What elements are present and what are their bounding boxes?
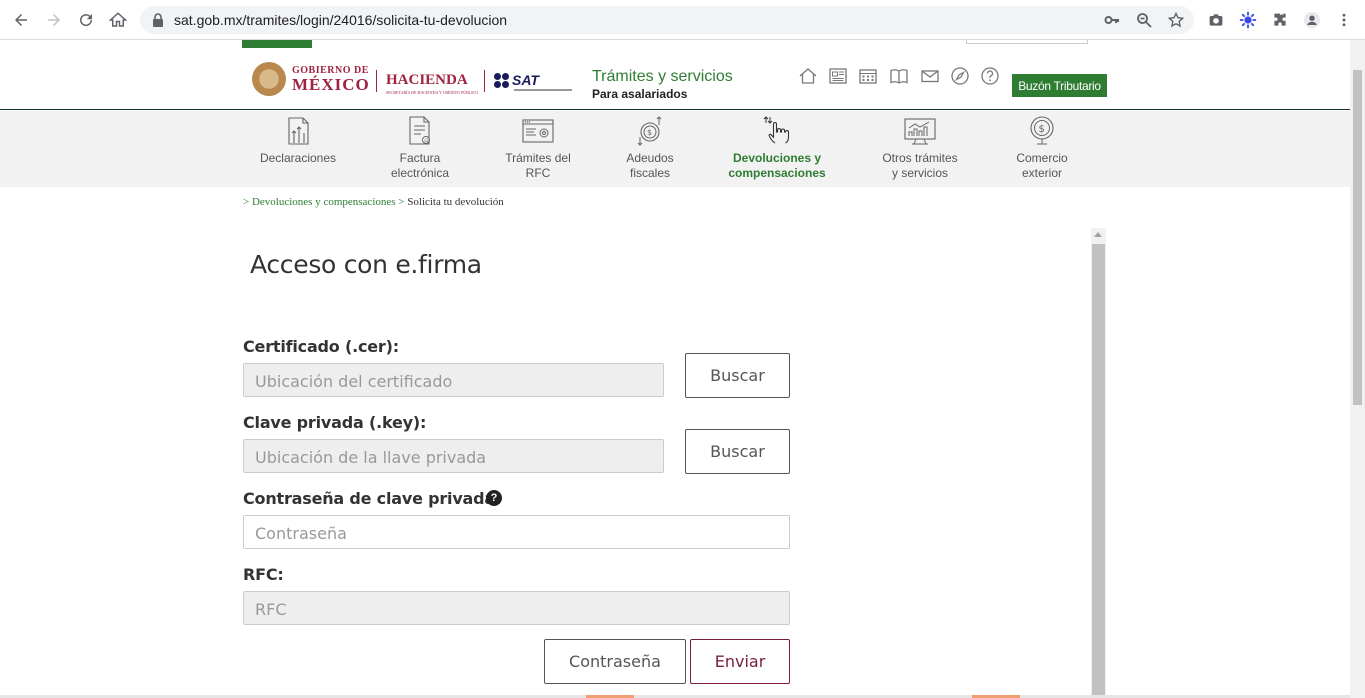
nav-label: Devoluciones y: [732, 151, 822, 165]
nav-label: Factura: [399, 151, 441, 165]
profile-icon[interactable]: [1302, 10, 1322, 30]
breadcrumb-link-devoluciones[interactable]: Devoluciones y compensaciones: [252, 196, 396, 208]
back-icon[interactable]: [9, 8, 33, 32]
page-scrollbar[interactable]: [1350, 40, 1365, 698]
cert-label: Certificado (.cer):: [243, 337, 399, 356]
sat-logo[interactable]: SAT: [494, 72, 539, 88]
adeudos-icon: $: [637, 116, 662, 146]
key-browse-button[interactable]: Buscar: [685, 429, 790, 474]
rfc-label: RFC:: [243, 565, 284, 584]
buzon-tributario-button[interactable]: Buzón Tributario: [1012, 74, 1107, 97]
declaraciones-icon: [288, 117, 309, 145]
mail-icon[interactable]: [920, 66, 940, 86]
otros-icon: [904, 118, 936, 145]
nav-label: electrónica: [390, 166, 450, 180]
password-input[interactable]: Contraseña: [243, 515, 790, 549]
section-title[interactable]: Trámites y servicios: [592, 68, 733, 86]
svg-text:$: $: [1039, 124, 1045, 135]
top-bar-fragment: [242, 40, 312, 48]
camera-icon[interactable]: [1206, 10, 1226, 30]
iframe-scrollbar[interactable]: [1091, 228, 1106, 698]
site-header: GOBIERNO DE MÉXICO HACIENDA SECRETARÍA D…: [0, 50, 1350, 110]
iframe-scroll-thumb[interactable]: [1092, 244, 1105, 698]
nav-label: compensaciones: [728, 166, 826, 180]
comercio-icon: $: [1030, 116, 1054, 145]
nav-item-factura[interactable]: @ Factura electrónica: [378, 111, 462, 187]
cert-input[interactable]: Ubicación del certificado: [243, 363, 664, 397]
nav-label: Comercio: [1016, 151, 1068, 165]
sat-dots-icon: [494, 72, 509, 88]
extension-flower-icon[interactable]: [1238, 10, 1258, 30]
reload-icon[interactable]: [74, 8, 98, 32]
browser-toolbar: sat.gob.mx/tramites/login/24016/solicita…: [0, 0, 1365, 40]
breadcrumb-separator: >: [243, 196, 250, 208]
enviar-button[interactable]: Enviar: [690, 639, 790, 684]
home-browser-icon[interactable]: [106, 8, 130, 32]
nav-label: RFC: [525, 166, 551, 180]
logo-divider: [376, 70, 377, 92]
factura-icon: @: [409, 116, 430, 145]
cert-browse-button[interactable]: Buscar: [685, 353, 790, 398]
calendar-icon[interactable]: [858, 66, 878, 86]
home-icon[interactable]: [798, 66, 818, 86]
login-iframe: Acceso con e.firma Certificado (.cer): U…: [243, 228, 1107, 698]
nav-item-comercio[interactable]: $ Comercio exterior: [1000, 111, 1084, 187]
logo-divider: [484, 70, 485, 92]
main-nav: Declaraciones @ Factura electrónica Trám…: [0, 111, 1350, 187]
rfc-input[interactable]: RFC: [243, 591, 790, 625]
gob-line1: GOBIERNO DE: [292, 64, 369, 76]
hacienda-logo[interactable]: HACIENDA SECRETARÍA DE HACIENDA Y CRÉDIT…: [386, 72, 478, 95]
nav-label: Declaraciones: [259, 151, 337, 165]
nav-label: Adeudos: [626, 151, 674, 165]
gobierno-mexico-logo[interactable]: GOBIERNO DE MÉXICO: [252, 62, 370, 96]
password-label: Contraseña de clave privada:: [243, 489, 502, 508]
nav-label: Otros trámites: [882, 151, 958, 165]
nav-item-devoluciones[interactable]: Devoluciones y compensaciones: [722, 111, 832, 187]
lock-icon: [153, 13, 163, 27]
book-icon[interactable]: [889, 66, 909, 86]
nav-label: exterior: [1021, 166, 1062, 180]
rfc-icon: [522, 119, 554, 143]
page-viewport: GOBIERNO DE MÉXICO HACIENDA SECRETARÍA D…: [0, 40, 1350, 698]
url-text: sat.gob.mx/tramites/login/24016/solicita…: [174, 12, 508, 28]
gob-line2: MÉXICO: [292, 74, 370, 94]
page-scroll-thumb[interactable]: [1353, 70, 1362, 405]
key-input[interactable]: Ubicación de la llave privada: [243, 439, 664, 473]
eagle-seal-icon: [252, 62, 286, 96]
page-title: Acceso con e.firma: [250, 250, 482, 279]
breadcrumb: > Devoluciones y compensaciones > Solici…: [243, 196, 504, 208]
bookmark-star-icon[interactable]: [1168, 12, 1184, 28]
nav-label: y servicios: [891, 166, 948, 180]
nav-item-adeudos[interactable]: $ Adeudos fiscales: [608, 111, 692, 187]
nav-label: Trámites del: [505, 151, 571, 165]
section-subtitle: Para asalariados: [592, 87, 688, 101]
hacienda-text: HACIENDA: [386, 72, 468, 88]
devoluciones-icon: [763, 116, 790, 144]
nav-label: fiscales: [629, 166, 670, 180]
sat-underline: [514, 89, 572, 91]
breadcrumb-separator: >: [398, 196, 405, 208]
hacienda-subtext: SECRETARÍA DE HACIENDA Y CRÉDITO PÚBLICO: [386, 90, 479, 95]
contrasena-button[interactable]: Contraseña: [544, 639, 686, 684]
compass-icon[interactable]: [950, 66, 970, 86]
nav-item-declaraciones[interactable]: Declaraciones: [256, 111, 340, 187]
top-search-fragment[interactable]: [966, 40, 1088, 44]
zoom-icon[interactable]: [1136, 12, 1152, 28]
key-icon[interactable]: [1104, 12, 1120, 28]
scroll-up-arrow-icon[interactable]: [1094, 232, 1102, 237]
menu-kebab-icon[interactable]: [1334, 10, 1354, 30]
svg-text:@: @: [424, 138, 429, 144]
svg-text:$: $: [647, 128, 652, 137]
nav-item-otros[interactable]: Otros trámites y servicios: [872, 111, 968, 187]
extensions-puzzle-icon[interactable]: [1270, 10, 1290, 30]
newspaper-icon[interactable]: [828, 66, 848, 86]
address-bar[interactable]: sat.gob.mx/tramites/login/24016/solicita…: [140, 6, 1194, 34]
key-label: Clave privada (.key):: [243, 413, 427, 432]
forward-icon[interactable]: [42, 8, 66, 32]
breadcrumb-current: Solicita tu devolución: [407, 196, 504, 208]
sat-text: SAT: [512, 72, 539, 88]
help-circle-icon[interactable]: [980, 66, 1000, 86]
password-help-icon[interactable]: ?: [486, 490, 502, 506]
nav-item-rfc[interactable]: Trámites del RFC: [496, 111, 580, 187]
